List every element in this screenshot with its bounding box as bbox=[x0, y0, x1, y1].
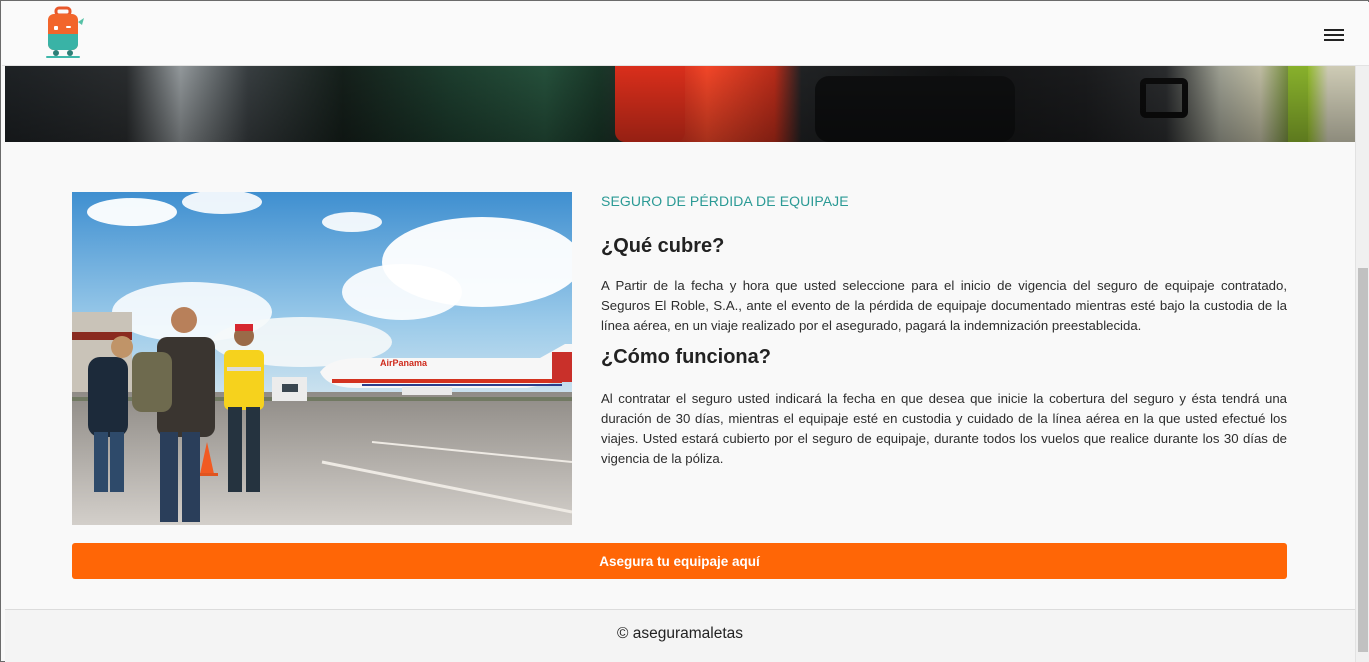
hero-banner-image bbox=[5, 66, 1355, 142]
heading-que-cubre: ¿Qué cubre? bbox=[601, 235, 725, 257]
hamburger-menu-icon[interactable] bbox=[1322, 26, 1346, 44]
info-text-column: SEGURO DE PÉRDIDA DE EQUIPAJE ¿Qué cubre… bbox=[601, 192, 1291, 469]
main-content: AirPanama SEGURO DE PÉRDIDA DE EQUIPAJE … bbox=[5, 142, 1355, 609]
section-eyebrow: SEGURO DE PÉRDIDA DE EQUIPAJE bbox=[601, 193, 849, 209]
insure-luggage-button[interactable]: Asegura tu equipaje aquí bbox=[72, 543, 1287, 579]
paragraph-how-it-works: Al contratar el seguro usted indicará la… bbox=[601, 391, 1287, 466]
suitcase-mascot-icon[interactable] bbox=[42, 6, 88, 60]
page-scrollbar[interactable] bbox=[1355, 66, 1369, 662]
page-frame: AirPanama SEGURO DE PÉRDIDA DE EQUIPAJE … bbox=[0, 0, 1369, 662]
airport-photo: AirPanama bbox=[72, 192, 572, 525]
plane-airline-text: AirPanama bbox=[380, 358, 428, 368]
scrollbar-thumb[interactable] bbox=[1358, 268, 1368, 652]
footer-copyright: © aseguramaletas bbox=[616, 625, 743, 642]
top-navbar bbox=[2, 2, 1369, 66]
footer: © aseguramaletas bbox=[5, 609, 1355, 662]
paragraph-coverage: A Partir de la fecha y hora que usted se… bbox=[601, 278, 1287, 333]
heading-como-funciona: ¿Cómo funciona? bbox=[601, 346, 771, 368]
